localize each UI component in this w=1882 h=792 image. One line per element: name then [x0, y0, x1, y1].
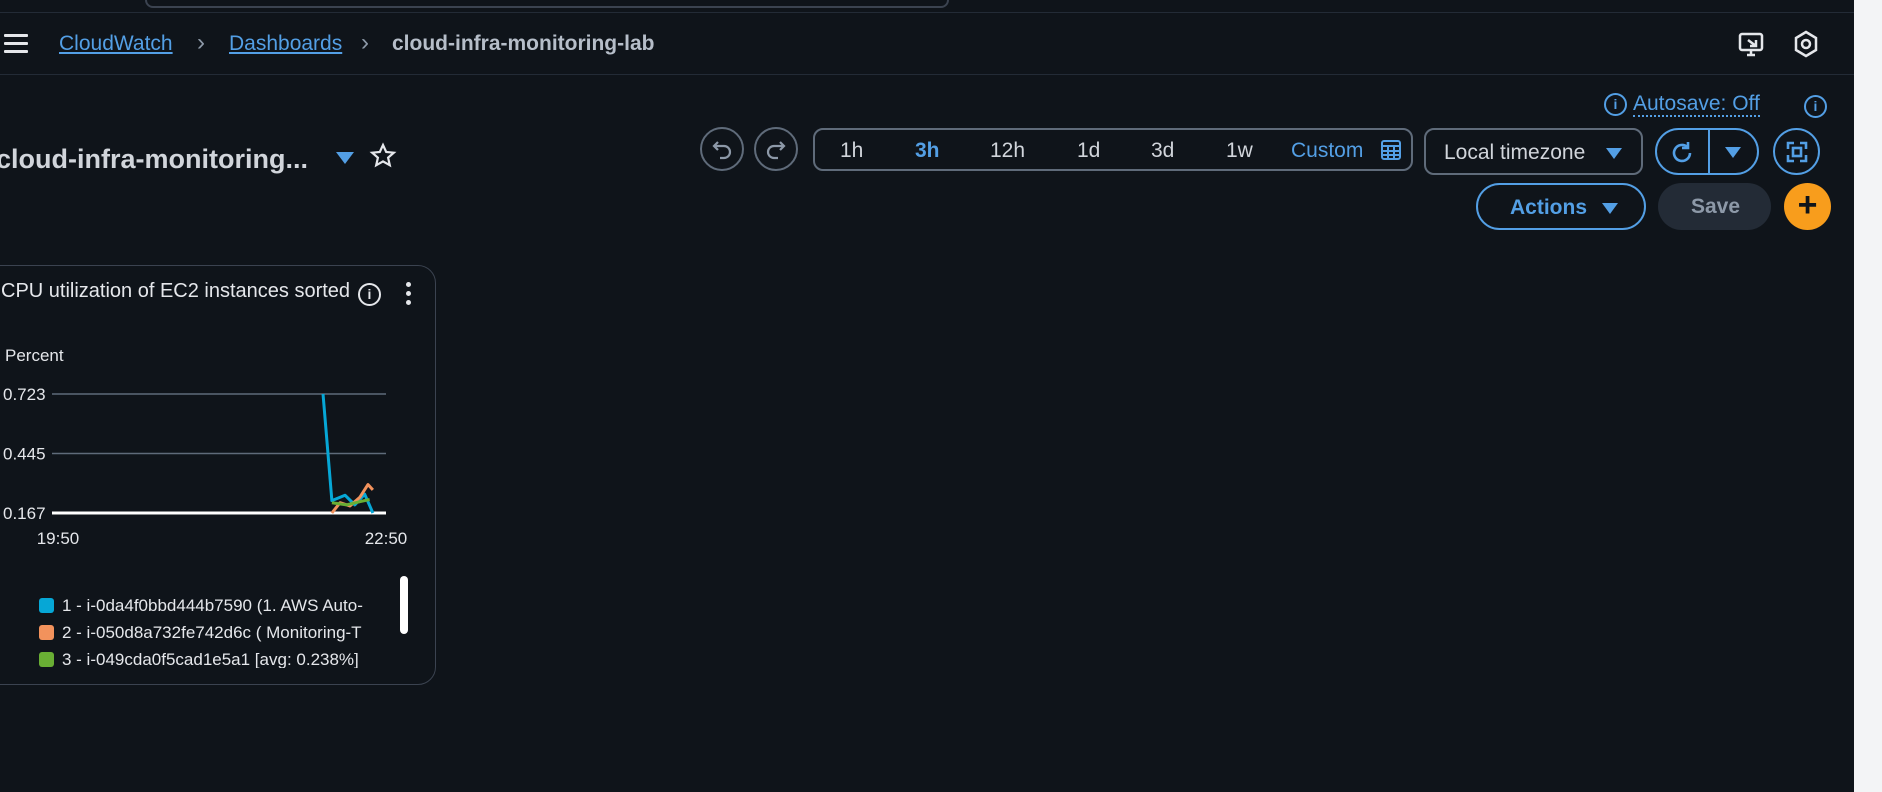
time-option-custom[interactable]: Custom [1291, 139, 1363, 163]
time-option-1d[interactable]: 1d [1077, 139, 1100, 163]
chart-legend: 1 - i-0da4f0bbd444b7590 (1. AWS Auto- 2 … [39, 596, 391, 668]
x-tick-label: 22:50 [365, 529, 408, 548]
breadcrumb-current: cloud-infra-monitoring-lab [392, 32, 655, 55]
time-option-12h[interactable]: 12h [990, 139, 1025, 163]
legend-item[interactable]: 2 - i-050d8a732fe742d6c ( Monitoring-T [39, 623, 391, 650]
breadcrumb-separator-icon: › [197, 29, 205, 56]
cpu-utilization-widget: CPU utilization of EC2 instances sorted … [0, 265, 436, 685]
page-scrollbar[interactable] [1854, 0, 1882, 792]
legend-item[interactable]: 3 - i-049cda0f5cad1e5a1 [avg: 0.238%] [39, 650, 391, 668]
info-icon[interactable]: i [1804, 95, 1827, 118]
dashboard-title: cloud-infra-monitoring... [0, 144, 308, 174]
redo-button[interactable] [754, 127, 798, 171]
legend-scrollbar[interactable] [400, 576, 408, 634]
top-navigation: CloudWatch › Dashboards › cloud-infra-mo… [0, 13, 1854, 75]
save-label: Save [1691, 195, 1741, 218]
actions-button[interactable]: Actions [1476, 183, 1646, 230]
time-option-1w[interactable]: 1w [1226, 139, 1253, 163]
refresh-interval-dropdown-icon[interactable] [1725, 147, 1741, 158]
legend-swatch [39, 651, 54, 667]
browser-top-strip [0, 0, 1882, 13]
y-tick-label: 0.167 [3, 504, 46, 523]
add-widget-button[interactable]: + [1784, 183, 1831, 230]
share-screen-icon[interactable] [1737, 29, 1767, 59]
timezone-select[interactable]: Local timezone [1424, 128, 1643, 175]
legend-swatch [39, 624, 54, 640]
hamburger-menu-icon[interactable] [4, 31, 28, 55]
calendar-icon[interactable] [1381, 140, 1401, 165]
time-range-selector: 1h 3h 12h 1d 3d 1w Custom [813, 128, 1413, 171]
legend-swatch [39, 597, 54, 613]
x-tick-label: 19:50 [37, 529, 80, 548]
legend-item[interactable]: 1 - i-0da4f0bbd444b7590 (1. AWS Auto- [39, 596, 391, 623]
time-option-1h[interactable]: 1h [840, 139, 863, 163]
timezone-label: Local timezone [1444, 141, 1586, 164]
line-chart: 0.723 0.445 0.167 19:50 22:50 [3, 385, 408, 548]
dashboard-dropdown-icon[interactable] [336, 152, 354, 164]
autosave-toggle[interactable]: i Autosave: Off [1604, 92, 1760, 117]
legend-label: 3 - i-049cda0f5cad1e5a1 [avg: 0.238%] [62, 650, 359, 668]
time-option-3d[interactable]: 3d [1151, 139, 1174, 163]
widget-more-options-icon[interactable] [406, 282, 412, 306]
refresh-icon[interactable] [1669, 140, 1695, 171]
widget-info-icon[interactable]: i [358, 283, 381, 306]
breadcrumb-dashboards[interactable]: Dashboards [229, 32, 342, 56]
save-button[interactable]: Save [1658, 183, 1771, 230]
chevron-down-icon [1602, 203, 1618, 214]
refresh-divider [1708, 130, 1710, 173]
widget-title: CPU utilization of EC2 instances sorted [1, 280, 351, 302]
y-tick-label: 0.723 [3, 385, 46, 404]
chevron-down-icon [1606, 148, 1622, 159]
actions-label: Actions [1510, 196, 1588, 219]
legend-label: 2 - i-050d8a732fe742d6c ( Monitoring-T [62, 623, 362, 642]
y-axis-label: Percent [5, 346, 64, 365]
y-tick-label: 0.445 [3, 445, 46, 464]
refresh-control [1655, 128, 1759, 175]
breadcrumb-separator-icon: › [361, 29, 369, 56]
breadcrumb-cloudwatch[interactable]: CloudWatch [59, 32, 173, 56]
autosave-label: Autosave: Off [1633, 92, 1760, 117]
legend-label: 1 - i-0da4f0bbd444b7590 (1. AWS Auto- [62, 596, 363, 615]
time-option-3h[interactable]: 3h [915, 139, 940, 163]
settings-hexagon-icon[interactable] [1791, 29, 1821, 59]
search-bar-edge[interactable] [145, 0, 949, 8]
info-icon: i [1604, 92, 1627, 116]
favorite-star-icon[interactable] [369, 142, 397, 170]
fullscreen-button[interactable] [1773, 128, 1820, 175]
undo-button[interactable] [700, 127, 744, 171]
